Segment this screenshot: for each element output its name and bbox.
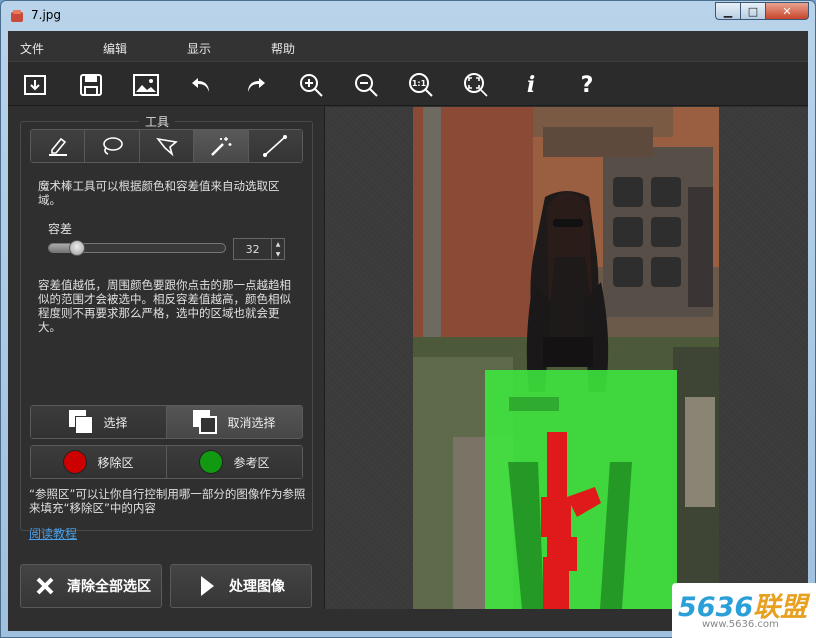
magic-wand-tool-button[interactable] <box>194 130 249 162</box>
tools-panel-title: 工具 <box>139 113 176 130</box>
window-title: 7.jpg <box>31 8 62 22</box>
reference-area-label: 参考区 <box>233 455 270 470</box>
lasso-icon <box>103 137 123 155</box>
zoom-in-icon <box>300 74 323 97</box>
tutorial-link[interactable]: 阅读教程 <box>29 525 77 542</box>
remove-area-icon <box>63 450 88 474</box>
client-area: 文件 编辑 显示 帮助 1:1 i ? 工具 魔术棒工具可以根据颜色和容差值来自… <box>8 31 808 631</box>
select-button[interactable]: 选择 <box>31 406 166 438</box>
tool-selector <box>30 129 303 163</box>
clear-selection-button[interactable]: 清除全部选区 <box>20 564 162 608</box>
info-button[interactable]: i <box>517 71 545 99</box>
watermark-logo: 5636联盟 www.5636.com <box>672 583 816 638</box>
zoom-out-button[interactable] <box>352 71 380 99</box>
reference-area-button[interactable]: 参考区 <box>166 446 302 478</box>
redo-icon <box>248 78 265 92</box>
maximize-button[interactable]: □ <box>740 2 766 20</box>
tolerance-slider-thumb[interactable] <box>69 240 85 256</box>
help-icon: ? <box>580 72 594 98</box>
redo-button[interactable] <box>242 71 270 99</box>
polygon-lasso-icon <box>155 137 178 157</box>
app-window: 7.jpg ▁ □ ✕ 文件 编辑 显示 帮助 1:1 i ? 工具 魔术棒工具… <box>0 0 816 638</box>
selection-buttons: 选择 取消选择 <box>30 405 303 439</box>
close-x-icon <box>36 577 54 595</box>
image-icon <box>133 74 159 96</box>
close-button[interactable]: ✕ <box>765 2 809 20</box>
process-image-button[interactable]: 处理图像 <box>170 564 312 608</box>
fit-icon <box>464 73 488 97</box>
deselect-button[interactable]: 取消选择 <box>166 406 302 438</box>
actual-size-icon: 1:1 <box>409 73 433 97</box>
minimize-button[interactable]: ▁ <box>715 2 741 20</box>
play-icon <box>201 576 214 596</box>
process-image-label: 处理图像 <box>229 579 285 595</box>
tolerance-slider[interactable] <box>48 240 226 256</box>
undo-icon <box>192 78 209 92</box>
open-button[interactable] <box>21 71 49 99</box>
image-button[interactable] <box>132 71 160 99</box>
title-bar[interactable]: 7.jpg ▁ □ ✕ <box>1 1 815 31</box>
spin-down-icon[interactable]: ▼ <box>276 251 281 258</box>
line-icon <box>263 135 288 157</box>
clear-selection-label: 清除全部选区 <box>67 579 151 595</box>
watermark-url: www.5636.com <box>702 619 779 630</box>
help-button[interactable]: ? <box>573 71 601 99</box>
photo-preview[interactable] <box>413 107 719 609</box>
tolerance-label: 容差 <box>48 222 73 236</box>
reference-area-icon <box>199 450 224 474</box>
save-icon <box>80 74 102 96</box>
zoom-in-button[interactable] <box>297 71 325 99</box>
spin-up-icon[interactable]: ▲ <box>276 241 281 248</box>
image-canvas[interactable] <box>324 107 808 609</box>
actual-size-button[interactable]: 1:1 <box>407 71 435 99</box>
toolbar: 1:1 i ? <box>8 61 808 106</box>
select-icon <box>69 410 94 434</box>
area-mode-buttons: 移除区 参考区 <box>30 445 303 479</box>
open-icon <box>24 75 46 95</box>
menu-file[interactable]: 文件 <box>20 40 44 57</box>
magic-wand-icon <box>211 137 232 156</box>
menu-view[interactable]: 显示 <box>187 40 211 57</box>
actual-size-label: 1:1 <box>412 79 427 88</box>
save-button[interactable] <box>77 71 105 99</box>
app-icon <box>11 10 23 22</box>
magic-wand-description: 魔术棒工具可以根据颜色和容差值来自动选取区域。 <box>38 179 280 207</box>
tolerance-help: 容差值越低，周围颜色要跟你点击的那一点越趋相似的范围才会被选中。相反容差值越高，… <box>38 278 291 334</box>
marker-tool-button[interactable] <box>31 130 86 162</box>
deselect-label: 取消选择 <box>227 415 276 430</box>
info-icon: i <box>526 72 536 98</box>
tolerance-spinbox[interactable]: 32 ▲ ▼ <box>233 238 285 260</box>
marker-icon <box>48 137 67 156</box>
polygon-lasso-tool-button[interactable] <box>139 130 195 162</box>
menu-bar: 文件 编辑 显示 帮助 <box>8 31 808 61</box>
fit-button[interactable] <box>462 71 490 99</box>
undo-button[interactable] <box>187 71 215 99</box>
reference-help: “参照区”可以让你自行控制用哪一部分的图像作为参照来填充“移除区”中的内容 <box>29 487 306 515</box>
zoom-out-icon <box>355 74 378 97</box>
lasso-tool-button[interactable] <box>85 130 140 162</box>
tolerance-value[interactable]: 32 <box>234 243 271 256</box>
menu-edit[interactable]: 编辑 <box>103 40 127 57</box>
remove-area-label: 移除区 <box>97 455 134 470</box>
select-label: 选择 <box>103 415 128 430</box>
remove-area-button[interactable]: 移除区 <box>31 446 166 478</box>
deselect-icon <box>193 410 218 434</box>
line-tool-button[interactable] <box>248 130 303 162</box>
menu-help[interactable]: 帮助 <box>271 40 295 57</box>
